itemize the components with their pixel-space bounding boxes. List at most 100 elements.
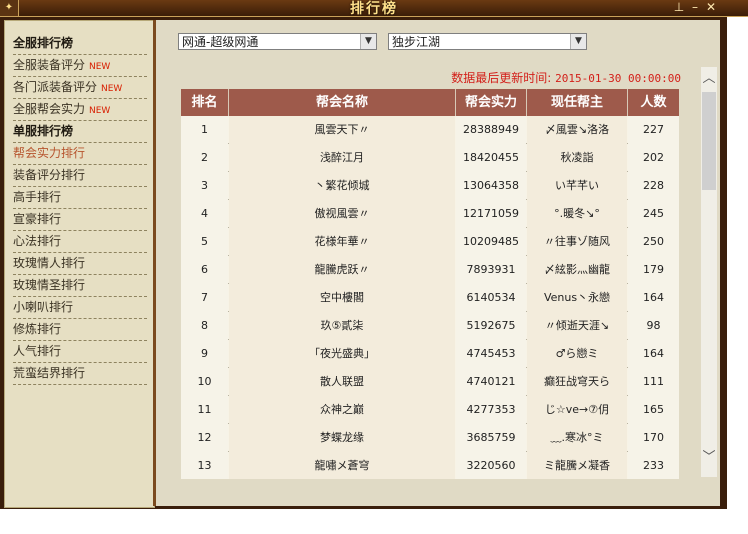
chevron-down-icon[interactable]: ▼	[570, 34, 586, 49]
sidebar-item[interactable]: 小喇叭排行	[13, 297, 147, 319]
table-row[interactable]: 7 空中樓閣 6140534 Venus丶永戀 164	[181, 284, 679, 312]
server-group-select[interactable]: 网通-超级网通 ▼	[178, 33, 377, 50]
guild-name-cell: 丶繁花倾城	[229, 172, 455, 200]
guild-power-cell: 3220560	[456, 452, 526, 479]
guild-name-cell: 花様年華〃	[229, 228, 455, 256]
table-row[interactable]: 9 「夜光盛典」 4745453 ♂ら戀ミ 164	[181, 340, 679, 368]
table-row[interactable]: 8 玖⑤貳柒 5192675 〃倾逝天涯↘ 98	[181, 312, 679, 340]
scroll-thumb[interactable]	[702, 92, 716, 190]
member-count-cell: 228	[628, 172, 679, 200]
table-row[interactable]: 11 众神之巅 4277353 じ☆ve→⑦仴 165	[181, 396, 679, 424]
sidebar-item-label: 各门派装备评分	[13, 80, 98, 94]
sidebar-item-label: 修炼排行	[13, 322, 62, 336]
server-select[interactable]: 独步江湖 ▼	[388, 33, 587, 50]
server-value: 独步江湖	[392, 35, 441, 49]
guild-power-cell: 10209485	[456, 228, 526, 256]
guild-power-cell: 7893931	[456, 256, 526, 284]
pin-icon[interactable]: ⊥	[672, 0, 686, 14]
scroll-down-icon[interactable]: ﹀	[701, 449, 717, 467]
guild-power-cell: 5192675	[456, 312, 526, 340]
vertical-scrollbar[interactable]: ︿ ﹀	[701, 67, 717, 477]
sidebar-item-label: 玫瑰情人排行	[13, 256, 86, 270]
table-row[interactable]: 5 花様年華〃 10209485 〃往事ゾ随风 250	[181, 228, 679, 256]
member-count-cell: 164	[628, 340, 679, 368]
sidebar-section-header[interactable]: 单服排行榜	[13, 121, 147, 143]
rank-cell: 6	[181, 256, 228, 284]
sidebar-item[interactable]: 心法排行	[13, 231, 147, 253]
col-members-header[interactable]: 人数	[628, 89, 679, 116]
member-count-cell: 98	[628, 312, 679, 340]
sidebar-item[interactable]: 帮会实力排行	[13, 143, 147, 165]
table-row[interactable]: 10 散人联盟 4740121 癫狂战穹天ら 111	[181, 368, 679, 396]
sidebar-section-header[interactable]: 全服排行榜	[13, 33, 147, 55]
table-row[interactable]: 1 風雲天下〃 28388949 〆風雲↘洛洛 227	[181, 116, 679, 144]
update-time: 数据最后更新时间: 2015-01-30 00:00:00	[451, 69, 681, 86]
col-leader-header[interactable]: 现任帮主	[527, 89, 628, 116]
table-header: 排名 帮会名称 帮会实力 现任帮主 人数	[181, 89, 679, 116]
scroll-up-icon[interactable]: ︿	[701, 70, 717, 88]
guild-power-cell: 12171059	[456, 200, 526, 228]
minimize-button[interactable]: –	[688, 0, 702, 14]
table-row[interactable]: 2 浅醉江月 18420455 秋凌詣 202	[181, 144, 679, 172]
sidebar-item[interactable]: 全服帮会实力 NEW	[13, 99, 147, 121]
new-badge: NEW	[89, 62, 111, 72]
sidebar-item[interactable]: 各门派装备评分 NEW	[13, 77, 147, 99]
member-count-cell: 245	[628, 200, 679, 228]
sidebar-item-label: 单服排行榜	[13, 124, 74, 138]
table-row[interactable]: 4 傲视風雲〃 12171059 °.暖冬↘° 245	[181, 200, 679, 228]
leader-cell: 癫狂战穹天ら	[527, 368, 627, 396]
sidebar-item-label: 荒蛮结界排行	[13, 366, 86, 380]
member-count-cell: 202	[628, 144, 679, 172]
close-button[interactable]: ✕	[704, 0, 718, 14]
sidebar-item[interactable]: 人气排行	[13, 341, 147, 363]
guild-power-cell: 18420455	[456, 144, 526, 172]
member-count-cell: 165	[628, 396, 679, 424]
col-power-header[interactable]: 帮会实力	[456, 89, 527, 116]
rank-cell: 10	[181, 368, 228, 396]
update-datetime: 2015-01-30 00:00:00	[555, 72, 681, 85]
table-row[interactable]: 12 梦蝶龙缘 3685759 ﹏.寒冰°ミ 170	[181, 424, 679, 452]
sidebar-item-label: 全服排行榜	[13, 36, 74, 50]
col-rank-header[interactable]: 排名	[181, 89, 229, 116]
right-margin	[727, 17, 748, 509]
bottom-margin	[0, 510, 748, 534]
col-guild-header[interactable]: 帮会名称	[229, 89, 456, 116]
sidebar-item[interactable]: 玫瑰情人排行	[13, 253, 147, 275]
sidebar-item[interactable]: 全服装备评分 NEW	[13, 55, 147, 77]
member-count-cell: 250	[628, 228, 679, 256]
guild-name-cell: 空中樓閣	[229, 284, 455, 312]
sidebar-item-label: 帮会实力排行	[13, 146, 86, 160]
table-row[interactable]: 3 丶繁花倾城 13064358 い芊芊い 228	[181, 172, 679, 200]
sidebar-item-label: 心法排行	[13, 234, 62, 248]
leader-cell: ﹏.寒冰°ミ	[527, 424, 627, 452]
server-group-value: 网通-超级网通	[182, 35, 259, 49]
leader-cell: Venus丶永戀	[527, 284, 627, 312]
guild-power-cell: 6140534	[456, 284, 526, 312]
leader-cell: 〆絃影灬幽龍	[527, 256, 627, 284]
table-row[interactable]: 13 龍嘯メ蒼穹 3220560 ミ龍騰メ凝香 233	[181, 452, 679, 479]
guild-name-cell: 梦蝶龙缘	[229, 424, 455, 452]
guild-name-cell: 浅醉江月	[229, 144, 455, 172]
rank-cell: 5	[181, 228, 228, 256]
chevron-down-icon[interactable]: ▼	[360, 34, 376, 49]
guild-power-cell: 4277353	[456, 396, 526, 424]
leader-cell: 〆風雲↘洛洛	[527, 116, 627, 144]
sidebar-item[interactable]: 玫瑰情圣排行	[13, 275, 147, 297]
sidebar-item-label: 玫瑰情圣排行	[13, 278, 86, 292]
guild-name-cell: 散人联盟	[229, 368, 455, 396]
sidebar-item[interactable]: 宣豪排行	[13, 209, 147, 231]
guild-power-cell: 28388949	[456, 116, 526, 144]
rank-cell: 2	[181, 144, 228, 172]
member-count-cell: 164	[628, 284, 679, 312]
sidebar-item[interactable]: 装备评分排行	[13, 165, 147, 187]
guild-name-cell: 龍騰虎跃〃	[229, 256, 455, 284]
table-row[interactable]: 6 龍騰虎跃〃 7893931 〆絃影灬幽龍 179	[181, 256, 679, 284]
sidebar-item-label: 人气排行	[13, 344, 62, 358]
sidebar-item[interactable]: 荒蛮结界排行	[13, 363, 147, 385]
rank-cell: 12	[181, 424, 228, 452]
sidebar-item[interactable]: 高手排行	[13, 187, 147, 209]
leader-cell: い芊芊い	[527, 172, 627, 200]
guild-power-cell: 13064358	[456, 172, 526, 200]
sidebar-item[interactable]: 修炼排行	[13, 319, 147, 341]
guild-name-cell: 風雲天下〃	[229, 116, 455, 144]
